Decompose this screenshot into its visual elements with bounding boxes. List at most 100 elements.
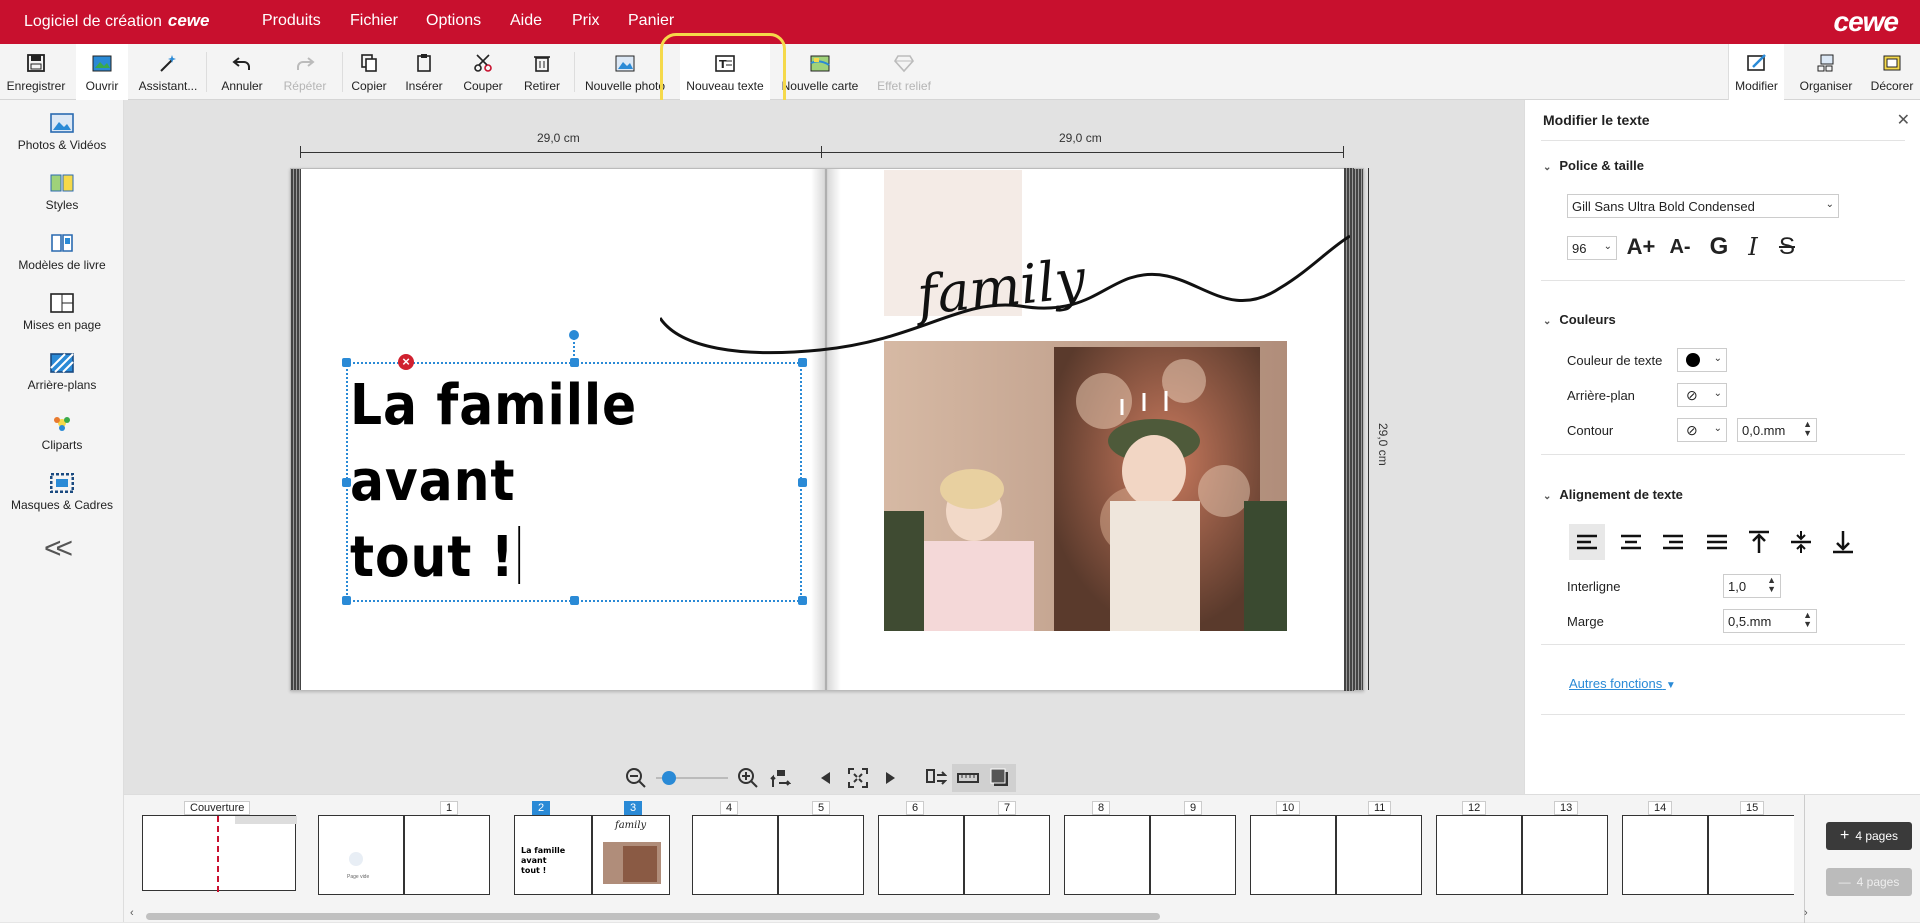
add-pages-button[interactable]: +4 pages xyxy=(1826,822,1912,850)
section-colors[interactable]: ⌄ Couleurs xyxy=(1543,312,1616,327)
scroll-left-icon[interactable]: ‹ xyxy=(130,907,134,919)
increase-font-button[interactable]: A+ xyxy=(1627,232,1656,262)
remove-pages-button[interactable]: —4 pages xyxy=(1826,868,1912,896)
menu-panier[interactable]: Panier xyxy=(628,12,674,30)
save-button[interactable]: Enregistrer xyxy=(4,44,68,100)
align-top-icon[interactable] xyxy=(1741,524,1777,560)
margin-stepper[interactable]: 0,5.mm ▲ ▼ xyxy=(1723,609,1817,633)
menu-prix[interactable]: Prix xyxy=(572,12,600,30)
paste-button[interactable]: Insérer xyxy=(402,44,446,100)
new-photo-button[interactable]: Nouvelle photo xyxy=(582,44,668,100)
outline-width-stepper[interactable]: 0,0.mm ▲ ▼ xyxy=(1737,418,1817,442)
align-middle-icon[interactable] xyxy=(1783,524,1819,560)
italic-button[interactable]: I xyxy=(1739,232,1767,262)
zoom-in-icon[interactable] xyxy=(732,764,764,792)
rotate-handle[interactable] xyxy=(569,330,579,340)
undo-button[interactable]: Annuler xyxy=(214,44,270,100)
more-functions-link[interactable]: Autres fonctions ▼ xyxy=(1569,676,1676,691)
redo-button[interactable]: Répéter xyxy=(276,44,334,100)
resize-handle-bl[interactable] xyxy=(342,596,351,605)
sidebar-item-backgrounds[interactable]: Arrière-plans xyxy=(0,352,124,392)
strikethrough-button[interactable]: S xyxy=(1773,232,1801,262)
modify-button[interactable]: Modifier xyxy=(1728,44,1784,100)
align-left-icon[interactable] xyxy=(1569,524,1605,560)
menu-options[interactable]: Options xyxy=(426,12,481,30)
next-page-icon[interactable] xyxy=(874,764,906,792)
page-thumbnail-12[interactable] xyxy=(1436,815,1522,895)
resize-handle-right[interactable] xyxy=(798,478,807,487)
text-color-picker[interactable]: ⌄ xyxy=(1677,348,1727,372)
scroll-right-icon[interactable]: › xyxy=(1804,907,1808,919)
page-thumbnail-13[interactable] xyxy=(1522,815,1608,895)
page-thumbnail-14[interactable] xyxy=(1622,815,1708,895)
page-thumbnail-blank-left[interactable]: Page vide xyxy=(318,815,404,895)
background-color-picker[interactable]: ⊘ ⌄ xyxy=(1677,383,1727,407)
swap-pages-icon[interactable] xyxy=(920,764,952,792)
justify-icon[interactable] xyxy=(1699,524,1735,560)
copy-button[interactable]: Copier xyxy=(348,44,390,100)
page-thumbnail-2[interactable]: La famille avant tout ! xyxy=(514,815,592,895)
stepper-arrows-icon[interactable]: ▲ ▼ xyxy=(1767,576,1776,594)
page-thumbnail-9[interactable] xyxy=(1150,815,1236,895)
close-icon[interactable]: ✕ xyxy=(1897,110,1910,130)
line-spacing-stepper[interactable]: 1,0 ▲ ▼ xyxy=(1723,574,1781,598)
zoom-slider-thumb[interactable] xyxy=(662,771,676,785)
shadow-toggle-icon[interactable] xyxy=(984,764,1016,792)
text-content[interactable]: La famille avant tout ! xyxy=(350,368,755,596)
resize-handle-tl[interactable] xyxy=(342,358,351,367)
page-thumbnail-7[interactable] xyxy=(964,815,1050,895)
page-thumbnail-1[interactable] xyxy=(404,815,490,895)
decrease-font-button[interactable]: A- xyxy=(1663,232,1697,262)
page-thumbnail-8[interactable] xyxy=(1064,815,1150,895)
section-font-size[interactable]: ⌄ Police & taille xyxy=(1543,158,1644,173)
stepper-arrows-icon[interactable]: ▲ ▼ xyxy=(1803,420,1812,438)
outline-color-picker[interactable]: ⊘ ⌄ xyxy=(1677,418,1727,442)
organize-button[interactable]: Organiser xyxy=(1792,44,1860,100)
page-thumbnail-15[interactable] xyxy=(1708,815,1794,895)
collapse-sidebar-button[interactable]: << xyxy=(44,532,73,566)
zoom-slider[interactable] xyxy=(652,764,732,792)
align-bottom-icon[interactable] xyxy=(1825,524,1861,560)
zoom-out-icon[interactable] xyxy=(620,764,652,792)
page-thumbnail-11[interactable] xyxy=(1336,815,1422,895)
sidebar-item-cliparts[interactable]: Cliparts xyxy=(0,412,124,452)
align-right-icon[interactable] xyxy=(1655,524,1691,560)
page-thumbnail-6[interactable] xyxy=(878,815,964,895)
sidebar-item-layouts[interactable]: Mises en page xyxy=(0,292,124,332)
page-thumbnail-3[interactable]: family xyxy=(592,815,670,895)
menu-fichier[interactable]: Fichier xyxy=(350,12,398,30)
new-map-button[interactable]: Nouvelle carte xyxy=(780,44,860,100)
open-button[interactable]: Ouvrir xyxy=(76,44,128,100)
font-size-select[interactable]: 96 ⌄ xyxy=(1567,236,1617,260)
ruler-toggle-icon[interactable] xyxy=(952,764,984,792)
resize-handle-br[interactable] xyxy=(798,596,807,605)
page-thumbnail-5[interactable] xyxy=(778,815,864,895)
sidebar-item-masks-frames[interactable]: Masques & Cadres xyxy=(0,472,124,512)
new-text-button[interactable]: T Nouveau texte xyxy=(680,44,770,100)
family-photo[interactable] xyxy=(884,341,1287,631)
align-center-icon[interactable] xyxy=(1613,524,1649,560)
stepper-arrows-icon[interactable]: ▲ ▼ xyxy=(1803,611,1812,629)
scroll-thumb[interactable] xyxy=(146,913,1160,920)
assistant-button[interactable]: Assistant... xyxy=(136,44,200,100)
menu-produits[interactable]: Produits xyxy=(262,12,321,30)
previous-page-icon[interactable] xyxy=(810,764,842,792)
bold-button[interactable]: G xyxy=(1705,232,1733,262)
sidebar-item-styles[interactable]: Styles xyxy=(0,172,124,212)
remove-button[interactable]: Retirer xyxy=(518,44,566,100)
fullscreen-icon[interactable] xyxy=(842,764,874,792)
fit-width-icon[interactable] xyxy=(764,764,796,792)
page-strip-scrollbar[interactable]: ‹ › xyxy=(124,907,1808,921)
page-thumbnail-4[interactable] xyxy=(692,815,778,895)
menu-aide[interactable]: Aide xyxy=(510,12,542,30)
cover-thumbnail[interactable] xyxy=(142,815,297,892)
section-text-alignment[interactable]: ⌄ Alignement de texte xyxy=(1543,487,1683,502)
sidebar-item-photos-videos[interactable]: Photos & Vidéos xyxy=(0,112,124,152)
relief-effect-button[interactable]: Effet relief xyxy=(872,44,936,100)
font-family-select[interactable]: Gill Sans Ultra Bold Condensed ⌄ xyxy=(1567,194,1839,218)
page-thumbnail-10[interactable] xyxy=(1250,815,1336,895)
cut-button[interactable]: Couper xyxy=(458,44,508,100)
decorate-button[interactable]: Décorer xyxy=(1866,44,1918,100)
resize-handle-tr[interactable] xyxy=(798,358,807,367)
sidebar-item-book-templates[interactable]: Modèles de livre xyxy=(0,232,124,272)
